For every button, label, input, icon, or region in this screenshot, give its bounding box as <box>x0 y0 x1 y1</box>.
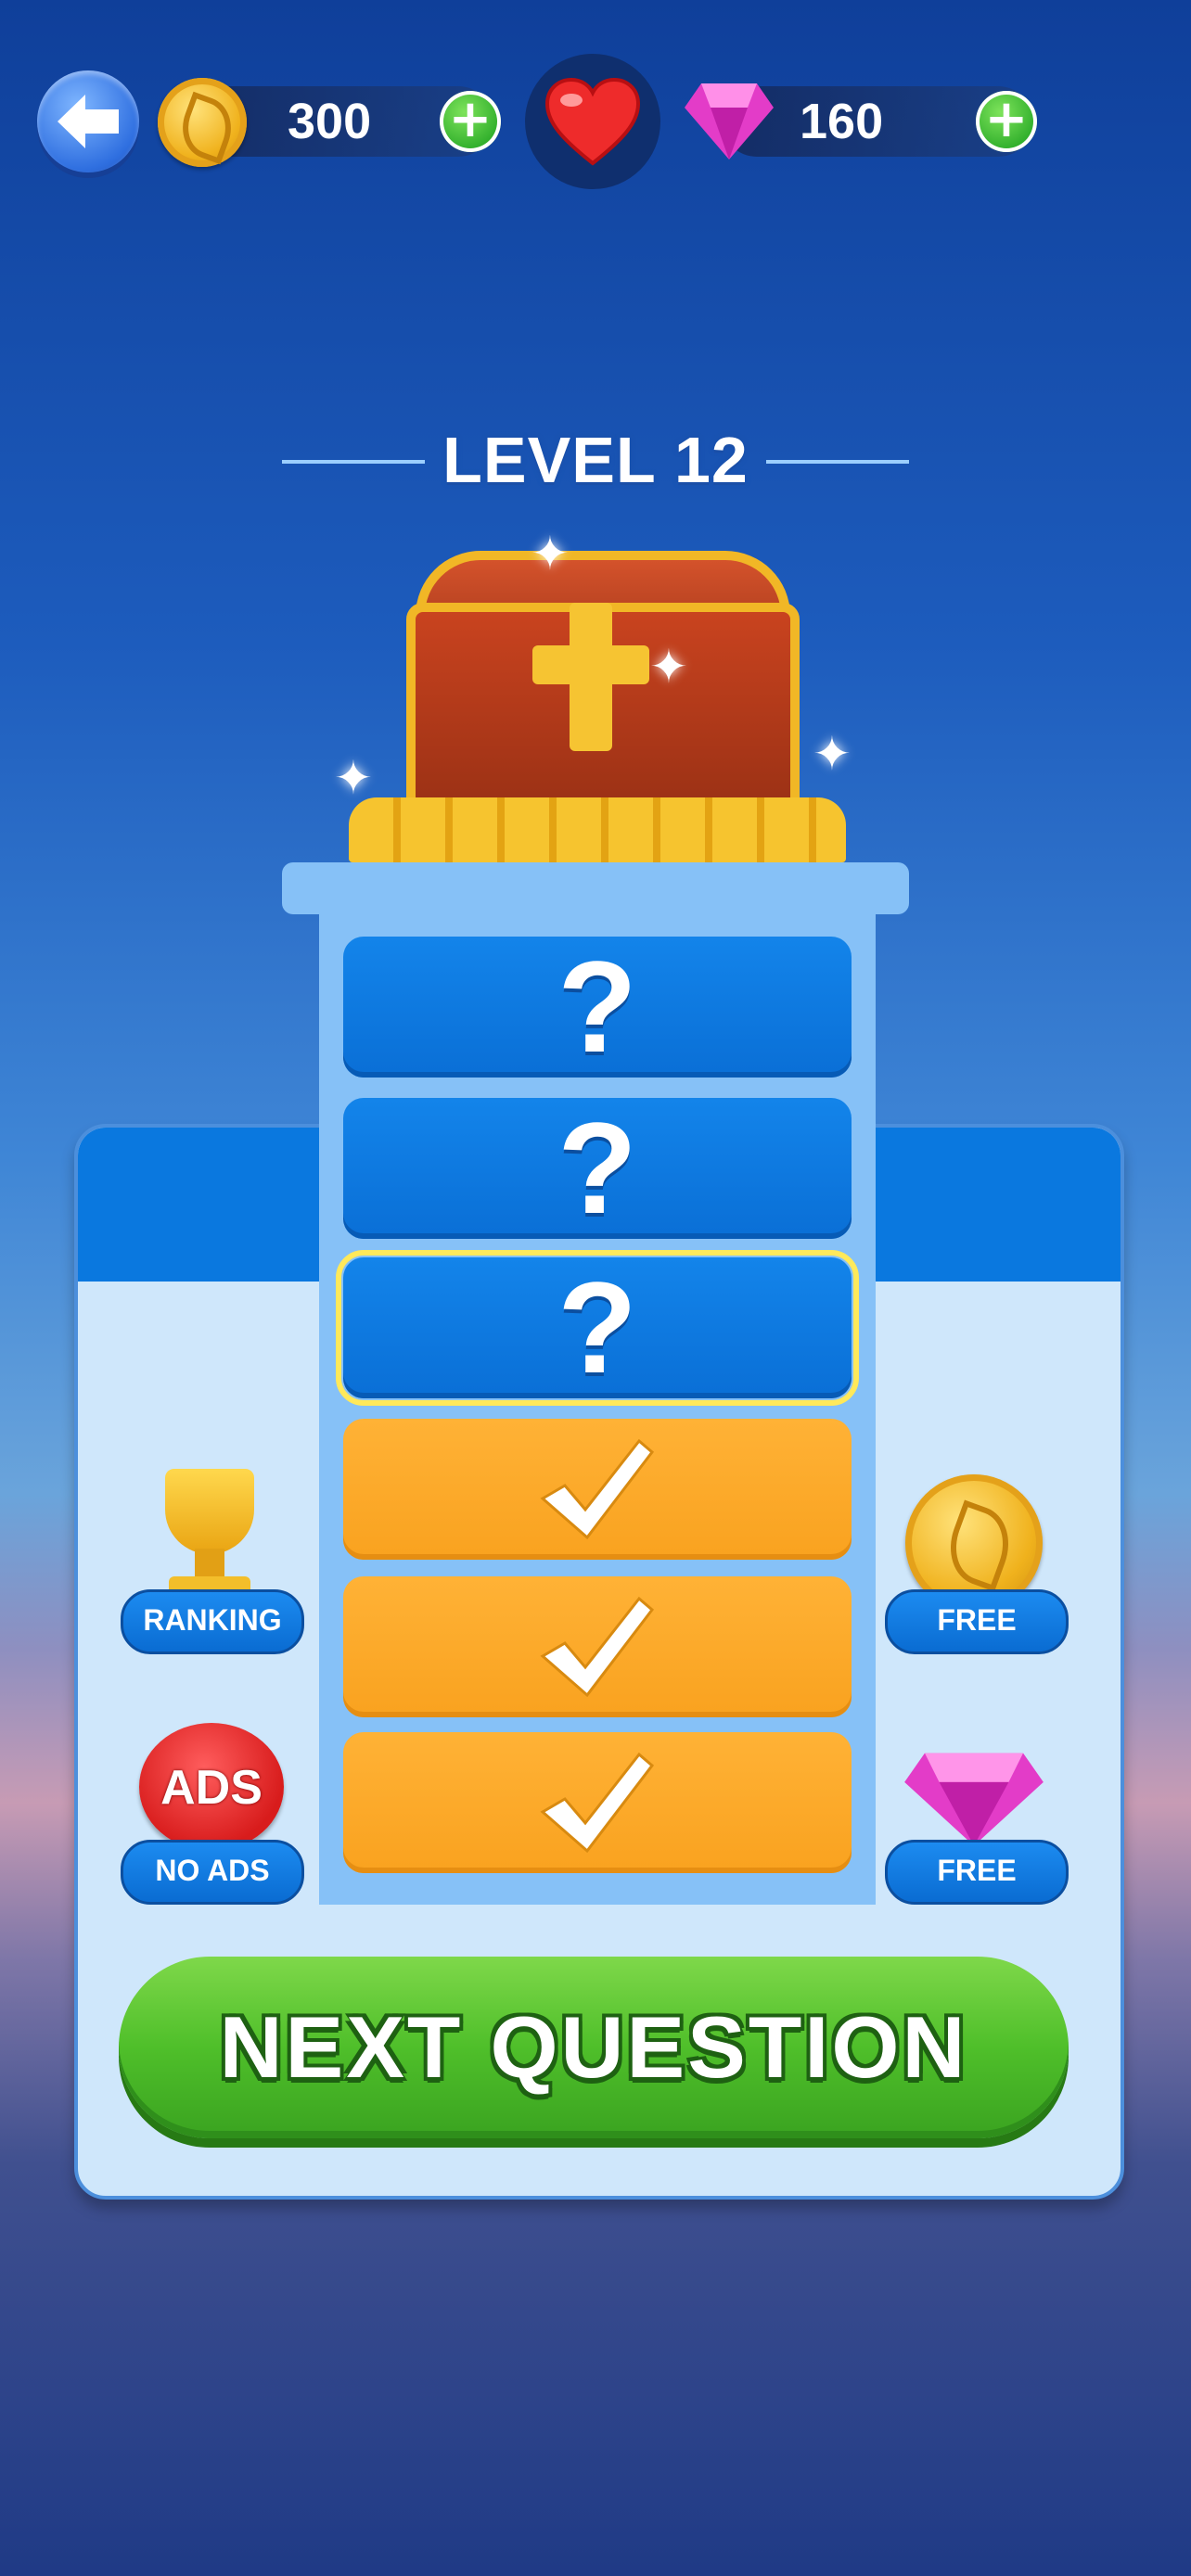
checkmark-icon <box>540 1596 655 1698</box>
add-coins-button[interactable]: + <box>440 91 501 152</box>
question-slot-completed <box>343 1419 852 1560</box>
question-slot-locked: ? <box>343 1098 852 1239</box>
sparkle-icon: ✦ <box>649 640 688 694</box>
level-title: LEVEL 12 <box>442 424 749 496</box>
question-mark-icon: ? <box>557 1255 637 1400</box>
question-slot-locked: ? <box>343 937 852 1078</box>
sparkle-icon: ✦ <box>334 751 373 805</box>
next-question-label: NEXT QUESTION <box>219 1998 968 2096</box>
checkmark-icon <box>540 1752 655 1854</box>
ranking-label: RANKING <box>121 1589 304 1654</box>
gems-value: 160 <box>800 94 884 149</box>
question-mark-icon: ? <box>557 934 637 1079</box>
add-gems-button[interactable]: + <box>976 91 1037 152</box>
gem-icon <box>904 1753 1044 1846</box>
back-arrow-icon <box>58 95 119 148</box>
coin-icon <box>158 78 247 167</box>
level-divider-right <box>766 460 909 464</box>
question-mark-icon: ? <box>557 1095 637 1241</box>
question-slot-completed <box>343 1732 852 1873</box>
lives-indicator[interactable] <box>525 54 660 189</box>
progress-column-cap <box>282 862 909 914</box>
question-slot-current[interactable]: ? <box>336 1250 859 1406</box>
ads-badge-text: ADS <box>160 1761 263 1815</box>
free-coins-label: FREE <box>885 1589 1069 1654</box>
gem-icon <box>685 83 774 159</box>
next-question-button[interactable]: NEXT QUESTION <box>119 1957 1069 2138</box>
question-slot-completed <box>343 1576 852 1717</box>
free-gems-label: FREE <box>885 1840 1069 1905</box>
back-button[interactable] <box>37 70 139 172</box>
level-divider-left <box>282 460 425 464</box>
no-ads-label: NO ADS <box>121 1840 304 1905</box>
sparkle-icon: ✦ <box>813 727 852 781</box>
heart-icon <box>544 77 641 166</box>
coins-value: 300 <box>288 94 372 149</box>
sparkle-icon: ✦ <box>531 527 570 580</box>
checkmark-icon <box>540 1438 655 1540</box>
